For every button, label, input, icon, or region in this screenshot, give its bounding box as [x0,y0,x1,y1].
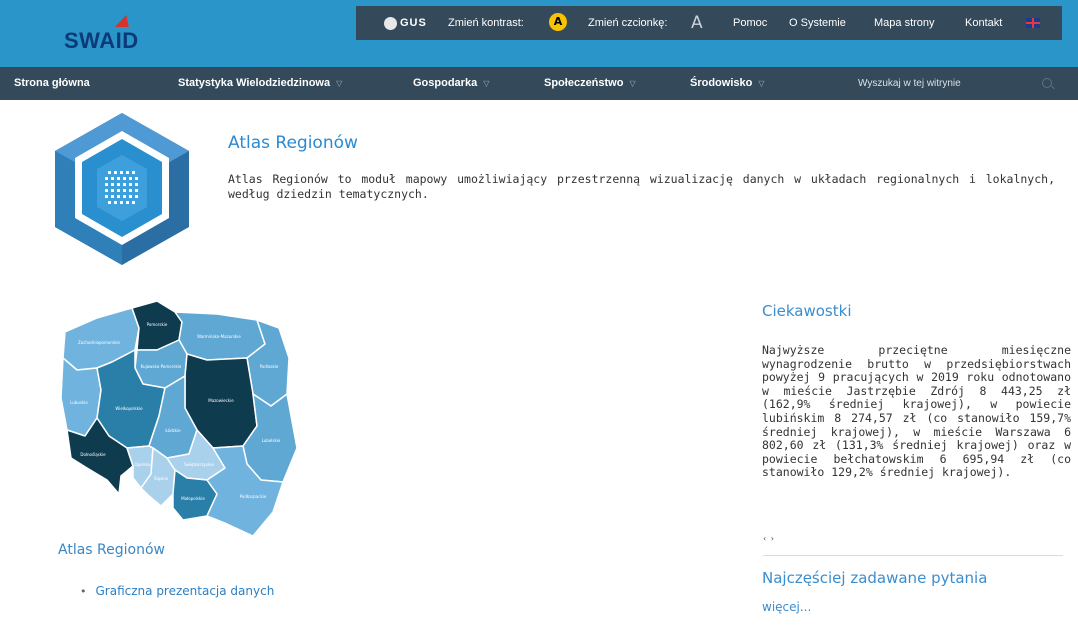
main-navigation: Strona główna Statystyka Wielodziedzinow… [0,67,1078,100]
nav-environment[interactable]: Środowisko ▽ [690,67,765,100]
intro-description: Atlas Regionów to moduł mapowy umożliwia… [228,172,1055,201]
nav-environment-label: Środowisko [690,77,753,89]
nav-home-label: Strona główna [14,77,90,89]
chevron-down-icon: ▽ [758,79,765,88]
map-label: Dolnośląskie [80,452,106,457]
nav-home[interactable]: Strona główna [14,67,90,100]
map-label: Łódzkie [164,428,181,433]
font-size-button[interactable]: A [691,6,703,40]
contact-link[interactable]: Kontakt [965,6,1002,40]
map-label: Świętokrzyskie [184,462,214,467]
map-label: Podlaskie [260,364,279,369]
nav-society-label: Społeczeństwo [544,77,624,89]
help-link[interactable]: Pomoc [733,6,767,40]
page-title: Atlas Regionów [228,133,358,153]
carousel-arrows-icon[interactable]: ‹ › [763,534,775,543]
nav-economy[interactable]: Gospodarka ▽ [413,67,489,100]
map-label: Wielkopolskie [115,406,143,411]
map-label: Opolskie [134,462,152,467]
search-icon[interactable] [1042,78,1052,88]
atlas-cube-icon [55,113,189,265]
trivia-title: Ciekawostki [762,302,852,320]
map-label: Lubuskie [70,400,88,405]
font-label: Zmień czcionkę: [588,17,668,29]
chevron-down-icon: ▽ [336,79,343,88]
gus-link[interactable]: GUS [400,6,427,40]
map-label: Kujawsko-Pomorskie [141,364,182,369]
nav-multidomain-label: Statystyka Wielodziedzinowa [178,77,331,89]
search-input[interactable] [858,67,1048,100]
chevron-down-icon: ▽ [629,79,636,88]
map-label: Mazowieckie [208,398,234,403]
contrast-label: Zmień kontrast: [448,17,524,29]
trivia-text: Najwyższe przeciętne miesięczne wynagrod… [762,343,1071,480]
poland-region-map[interactable]: Pomorskie Zachodniopomorskie Warmińsko-M… [57,298,303,540]
header: SWAID GUS Zmień kontrast: A Zmień czcion… [0,0,1078,67]
map-label: Lubelskie [262,438,281,443]
graphic-presentation-link[interactable]: Graficzna prezentacja danych [80,583,275,600]
atlas-links-list: Graficzna prezentacja danych [80,583,275,600]
top-utility-bar: GUS Zmień kontrast: A Zmień czcionkę: A … [356,6,1062,40]
map-label: Małopolskie [181,496,205,501]
nav-economy-label: Gospodarka [413,77,478,89]
contrast-toggle-button[interactable]: A [549,13,567,31]
divider [763,555,1063,556]
map-label: Podkarpackie [240,494,267,499]
nav-society[interactable]: Społeczeństwo ▽ [544,67,636,100]
map-label: Zachodniopomorskie [78,340,120,345]
about-system-link[interactable]: O Systemie [789,6,846,40]
nav-multidomain-statistics[interactable]: Statystyka Wielodziedzinowa ▽ [178,67,342,100]
atlas-section-title: Atlas Regionów [58,542,165,558]
map-label: Warmińsko-Mazurskie [197,334,241,339]
more-link[interactable]: więcej... [762,600,811,614]
map-label: Śląskie [154,476,169,481]
site-logo[interactable]: SWAID [64,28,139,54]
chevron-down-icon: ▽ [483,79,490,88]
sitemap-link[interactable]: Mapa strony [874,6,935,40]
english-flag-icon[interactable] [1026,18,1040,28]
map-label: Pomorskie [147,322,168,327]
logo-mark-icon [114,15,134,27]
gus-logo-icon [384,17,397,30]
faq-title[interactable]: Najczęściej zadawane pytania [762,569,987,587]
